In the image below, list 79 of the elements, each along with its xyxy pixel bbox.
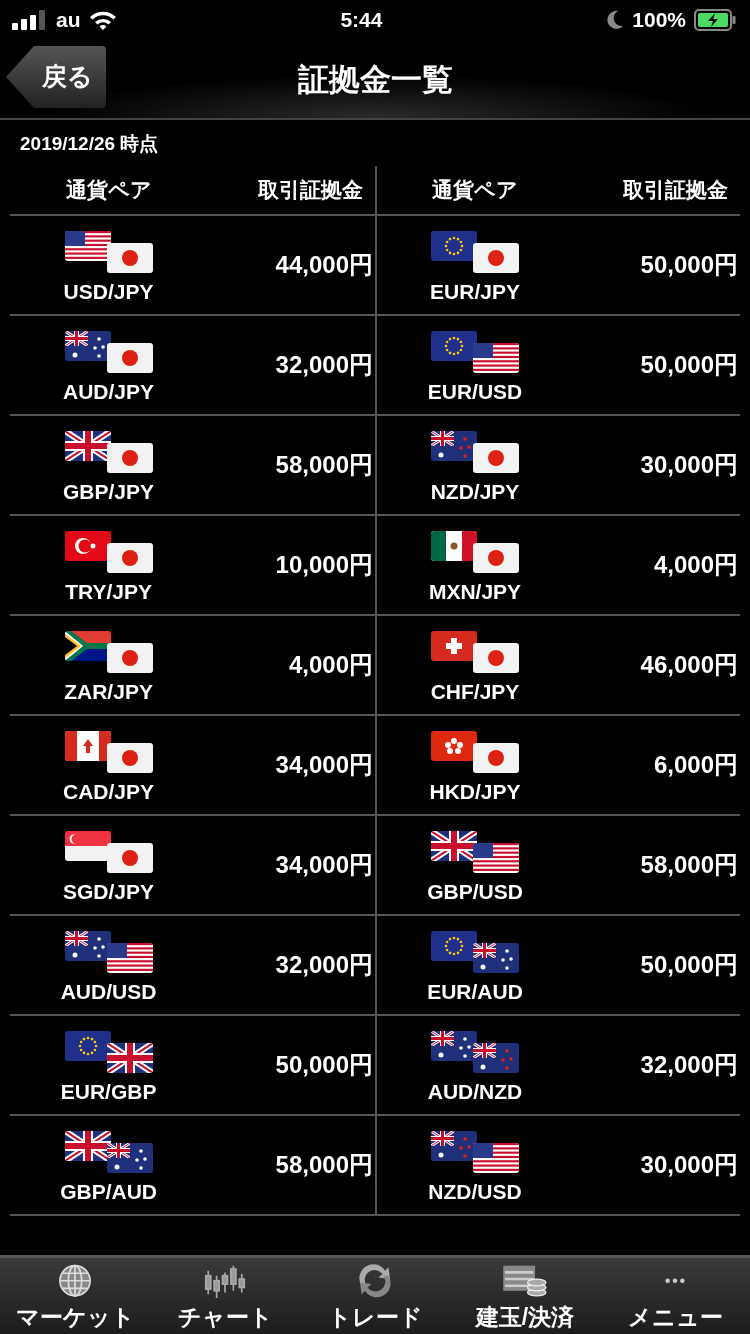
flag-pair-icon bbox=[430, 1130, 520, 1175]
currency-pair: GBP/AUD bbox=[60, 1179, 157, 1206]
margin-amount: 4,000円 bbox=[653, 551, 738, 578]
margin-amount: 34,000円 bbox=[275, 851, 373, 878]
column-header: 取引証拠金 bbox=[258, 178, 363, 202]
margin-amount: 58,000円 bbox=[275, 1151, 373, 1178]
currency-pair: SGD/JPY bbox=[63, 879, 155, 906]
currency-pair: CHF/JPY bbox=[430, 679, 520, 706]
margin-amount: 46,000円 bbox=[640, 651, 738, 678]
currency-pair: AUD/NZD bbox=[427, 1079, 523, 1106]
margin-amount: 32,000円 bbox=[275, 951, 373, 978]
margin-amount: 50,000円 bbox=[275, 1051, 373, 1078]
currency-pair: AUD/USD bbox=[60, 979, 157, 1006]
column-header: 通貨ペア bbox=[432, 178, 518, 202]
currency-pair: ZAR/JPY bbox=[64, 679, 153, 706]
carrier-name: au bbox=[56, 7, 81, 34]
flag-pair-icon bbox=[430, 430, 520, 475]
margin-amount: 30,000円 bbox=[640, 451, 738, 478]
margin-amount: 50,000円 bbox=[640, 251, 738, 278]
currency-pair: USD/JPY bbox=[63, 279, 154, 306]
tab-item[interactable]: チャート bbox=[150, 1258, 300, 1334]
margin-amount: 34,000円 bbox=[275, 751, 373, 778]
margin-amount: 32,000円 bbox=[275, 351, 373, 378]
flag-pair-icon bbox=[430, 530, 520, 575]
flag-pair-icon bbox=[430, 930, 520, 975]
flag-pair-icon bbox=[63, 230, 154, 275]
wifi-icon bbox=[88, 10, 117, 30]
currency-pair: MXN/JPY bbox=[428, 579, 522, 606]
currency-pair: TRY/JPY bbox=[65, 579, 152, 606]
flag-pair-icon bbox=[63, 830, 154, 875]
flag-pair-icon bbox=[63, 530, 154, 575]
flag-pair-icon bbox=[430, 230, 520, 275]
status-time: 5:44 bbox=[340, 8, 383, 32]
margin-amount: 44,000円 bbox=[275, 251, 373, 278]
margin-amount: 10,000円 bbox=[275, 551, 373, 578]
signal-icon bbox=[12, 10, 48, 30]
currency-pair: EUR/AUD bbox=[427, 979, 523, 1006]
flag-pair-icon bbox=[63, 1130, 154, 1175]
margin-amount: 58,000円 bbox=[275, 451, 373, 478]
flag-pair-icon bbox=[63, 1030, 154, 1075]
flag-pair-icon bbox=[430, 830, 520, 875]
flag-pair-icon bbox=[430, 1030, 520, 1075]
flag-pair-icon bbox=[63, 730, 154, 775]
flag-pair-icon bbox=[430, 630, 520, 675]
currency-pair: NZD/USD bbox=[428, 1179, 522, 1206]
flag-pair-icon bbox=[63, 630, 154, 675]
battery-percent: 100% bbox=[632, 7, 686, 34]
margin-amount: 58,000円 bbox=[640, 851, 738, 878]
flag-pair-icon bbox=[430, 330, 520, 375]
flag-pair-icon bbox=[63, 930, 154, 975]
currency-pair: NZD/JPY bbox=[430, 479, 520, 506]
margin-amount: 30,000円 bbox=[640, 1151, 738, 1178]
column-header: 通貨ペア bbox=[65, 178, 152, 202]
tab-item[interactable]: マーケット bbox=[0, 1258, 150, 1334]
tab-item[interactable]: メニュー bbox=[600, 1258, 750, 1334]
as-of-date: 2019/12/26 時点 bbox=[20, 133, 159, 154]
margin-amount: 50,000円 bbox=[640, 351, 738, 378]
flag-pair-icon bbox=[63, 330, 154, 375]
currency-pair: EUR/JPY bbox=[430, 279, 520, 306]
currency-pair: HKD/JPY bbox=[429, 779, 521, 806]
column-header: 取引証拠金 bbox=[623, 178, 728, 202]
currency-pair: CAD/JPY bbox=[63, 779, 155, 806]
back-button[interactable]: 戻る bbox=[6, 46, 106, 108]
currency-pair: EUR/GBP bbox=[60, 1079, 157, 1106]
tab-item[interactable]: トレード bbox=[300, 1258, 450, 1334]
margin-amount: 50,000円 bbox=[640, 951, 738, 978]
currency-pair: GBP/USD bbox=[427, 879, 523, 906]
flag-pair-icon bbox=[63, 430, 154, 475]
margin-amount: 32,000円 bbox=[640, 1051, 738, 1078]
battery-icon bbox=[694, 9, 736, 31]
margin-amount: 4,000円 bbox=[288, 651, 373, 678]
currency-pair: AUD/JPY bbox=[63, 379, 155, 406]
moon-icon bbox=[606, 10, 625, 30]
page-title: 証拠金一覧 bbox=[297, 62, 453, 97]
currency-pair: GBP/JPY bbox=[63, 479, 155, 506]
tab-item[interactable]: 建玉/決済 bbox=[450, 1258, 600, 1334]
flag-pair-icon bbox=[430, 730, 520, 775]
margin-amount: 6,000円 bbox=[653, 751, 738, 778]
currency-pair: EUR/USD bbox=[427, 379, 523, 406]
